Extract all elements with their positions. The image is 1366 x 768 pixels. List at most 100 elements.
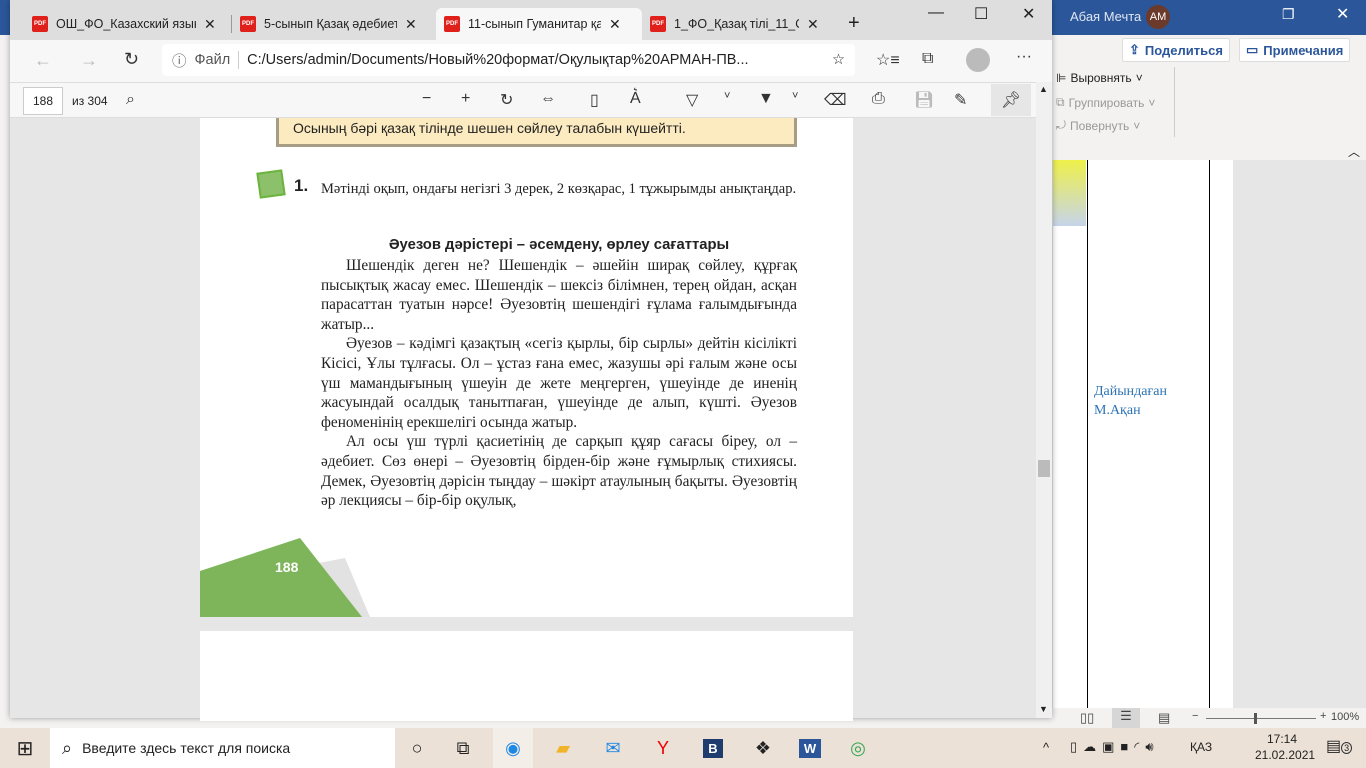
paragraph: Ал осы үш түрлі қасиетінің де сарқып құя… bbox=[321, 433, 797, 510]
dropbox-icon[interactable]: ❖ bbox=[743, 728, 783, 768]
align-button[interactable]: ⊫ Выровнять ˅ bbox=[1056, 71, 1143, 85]
address-bar[interactable]: ⓘ Файл C:/Users/admin/Documents/Новый%20… bbox=[162, 44, 855, 76]
task-number: 1. bbox=[294, 176, 309, 195]
yandex-icon[interactable]: Y bbox=[643, 728, 683, 768]
rotate-button[interactable]: ⤾ Повернуть ˅ bbox=[1056, 118, 1140, 133]
group-button[interactable]: ⧉ Группировать ˅ bbox=[1056, 95, 1155, 110]
task-view-icon[interactable]: ⧉ bbox=[443, 728, 483, 768]
tray-icons[interactable]: ▯☁▣■◜🔊︎ bbox=[1070, 739, 1160, 755]
align-label: Выровнять bbox=[1070, 71, 1132, 85]
comments-button[interactable]: ▭ Примечания bbox=[1239, 38, 1351, 62]
draw-icon[interactable]: ▽ bbox=[686, 90, 698, 110]
chrome-icon[interactable]: ◎ bbox=[838, 728, 878, 768]
share-button[interactable]: ⇪ Поделиться bbox=[1122, 38, 1230, 62]
pin-toolbar-button[interactable]: 📌︎ bbox=[991, 84, 1031, 116]
mail-icon[interactable]: ✉ bbox=[593, 728, 633, 768]
minimize-button[interactable]: — bbox=[928, 4, 944, 22]
scroll-down-icon[interactable]: ▼ bbox=[1039, 704, 1048, 714]
edge-icon[interactable]: ◉ bbox=[493, 728, 533, 768]
maximize-button[interactable]: ☐ bbox=[974, 4, 988, 24]
read-aloud-icon[interactable]: A͛ bbox=[630, 90, 641, 108]
page-view-icon[interactable]: ▯ bbox=[590, 90, 599, 110]
author-name: М.Ақан bbox=[1094, 403, 1141, 418]
print-icon[interactable]: ⎙ bbox=[872, 90, 885, 108]
zoom-in-button[interactable]: + bbox=[461, 90, 470, 108]
back-button[interactable]: ← bbox=[34, 50, 52, 71]
collapse-ribbon-icon[interactable]: ︿ bbox=[1348, 143, 1360, 160]
zoom-in[interactable]: + bbox=[1320, 710, 1326, 722]
language-indicator[interactable]: ҚАЗ bbox=[1190, 740, 1212, 754]
close-tab-icon[interactable]: ✕ bbox=[204, 16, 216, 33]
page-total: из 304 bbox=[72, 94, 108, 108]
tab[interactable]: PDF ОШ_ФО_Казахский язык_ ✕ bbox=[24, 8, 224, 40]
pdf-icon: PDF bbox=[444, 16, 460, 32]
eraser-icon[interactable]: ⌫ bbox=[824, 90, 847, 110]
show-hidden-icons[interactable]: ^ bbox=[1043, 740, 1049, 755]
close-tab-icon[interactable]: ✕ bbox=[807, 16, 819, 33]
avatar[interactable]: АМ bbox=[1146, 5, 1170, 29]
pin-icon: 📌︎ bbox=[1000, 92, 1022, 109]
group-label: Группировать bbox=[1068, 95, 1145, 110]
add-favorite-icon[interactable]: ☆ bbox=[832, 52, 845, 68]
fit-page-icon[interactable]: ⇔ bbox=[540, 90, 556, 108]
tab-active[interactable]: PDF 11-сынып Гуманитар қазақ ✕ bbox=[436, 8, 642, 40]
page-number-input[interactable]: 188 bbox=[23, 87, 63, 115]
tab[interactable]: PDF 1_ФО_Қазақ тілі_11_ОГН ✕ bbox=[642, 8, 827, 40]
zoom-level[interactable]: 100% bbox=[1331, 711, 1359, 723]
scroll-up-icon[interactable]: ▲ bbox=[1039, 84, 1048, 94]
file-explorer-icon[interactable]: ▰ bbox=[543, 728, 583, 768]
align-icon: ⊫ bbox=[1056, 71, 1067, 85]
profile-avatar[interactable] bbox=[966, 48, 990, 72]
forward-button[interactable]: → bbox=[80, 50, 98, 71]
refresh-button[interactable]: ↻ bbox=[124, 49, 139, 70]
collections-icon[interactable]: ⧉ bbox=[922, 50, 933, 68]
info-icon: ⓘ bbox=[172, 53, 187, 70]
pdf-icon: PDF bbox=[32, 16, 48, 32]
zoom-slider[interactable] bbox=[1206, 713, 1316, 724]
close-window-button[interactable]: ✕ bbox=[1022, 4, 1035, 24]
word-icon[interactable]: W bbox=[790, 728, 830, 768]
zoom-out-button[interactable]: − bbox=[422, 90, 431, 108]
print-layout-icon[interactable]: ☰ bbox=[1112, 708, 1140, 728]
pdf-next-page bbox=[200, 631, 853, 721]
restore-icon[interactable]: ❐ bbox=[1282, 6, 1295, 23]
scrollbar[interactable]: ▲ ▼ bbox=[1036, 82, 1052, 718]
pdf-page: Осының бәрі қазақ тілінде шешен сөйлеу т… bbox=[200, 118, 853, 617]
chevron-down-icon[interactable]: ˅ bbox=[792, 90, 798, 102]
taskbar-search[interactable]: ⌕ Введите здесь текст для поиска bbox=[50, 728, 395, 768]
cortana-icon[interactable]: ○ bbox=[397, 728, 437, 768]
rotate-label: Повернуть bbox=[1070, 118, 1130, 133]
chevron-down-icon[interactable]: ˅ bbox=[724, 90, 730, 102]
save-as-icon[interactable]: ✎ bbox=[954, 90, 967, 110]
address-prefix: Файл bbox=[194, 52, 231, 68]
rotate-icon[interactable]: ↻ bbox=[500, 90, 513, 110]
task-text: Мәтінді оқып, ондағы негізгі 3 дерек, 2 … bbox=[321, 181, 797, 197]
new-tab-button[interactable]: + bbox=[848, 12, 860, 35]
browser-window: PDF ОШ_ФО_Казахский язык_ ✕ PDF 5-сынып Қаз… bbox=[10, 0, 1052, 721]
zoom-slider-thumb[interactable] bbox=[1254, 713, 1257, 724]
vk-icon[interactable]: B bbox=[693, 728, 733, 768]
more-icon[interactable]: ··· bbox=[1016, 48, 1032, 66]
close-tab-icon[interactable]: ✕ bbox=[609, 16, 621, 33]
scrollbar-thumb[interactable] bbox=[1038, 460, 1050, 477]
paragraph: Әуезов – кәдімгі қазақтың «сегіз қырлы, … bbox=[321, 335, 797, 431]
text-box[interactable]: Дайындаған М.Ақан bbox=[1087, 160, 1210, 708]
close-tab-icon[interactable]: ✕ bbox=[405, 16, 417, 33]
save-icon[interactable]: 💾︎ bbox=[914, 90, 934, 110]
close-icon[interactable]: ✕ bbox=[1336, 4, 1349, 24]
search-icon[interactable]: ⌕ bbox=[126, 91, 135, 109]
callout-box: Осының бәрі қазақ тілінде шешен сөйлеу т… bbox=[276, 118, 797, 147]
favorites-icon[interactable]: ☆≡ bbox=[876, 50, 900, 70]
notification-icon[interactable]: ▤ 3 bbox=[1326, 736, 1353, 756]
zoom-out[interactable]: − bbox=[1192, 710, 1198, 722]
read-mode-icon[interactable]: ▯▯ bbox=[1080, 710, 1094, 726]
start-button[interactable]: ⊞ bbox=[5, 728, 45, 768]
search-placeholder: Введите здесь текст для поиска bbox=[82, 740, 291, 756]
pdf-icon: PDF bbox=[240, 16, 256, 32]
tab[interactable]: PDF 5-сынып Қазақ әдебиеті ✕ bbox=[232, 8, 425, 40]
task-icon bbox=[256, 169, 286, 199]
highlight-icon[interactable]: ▼ bbox=[758, 90, 774, 108]
page-label: 188 bbox=[275, 559, 299, 575]
clock[interactable]: 17:14 21.02.2021 bbox=[1255, 732, 1315, 762]
web-layout-icon[interactable]: ▤ bbox=[1158, 710, 1170, 726]
